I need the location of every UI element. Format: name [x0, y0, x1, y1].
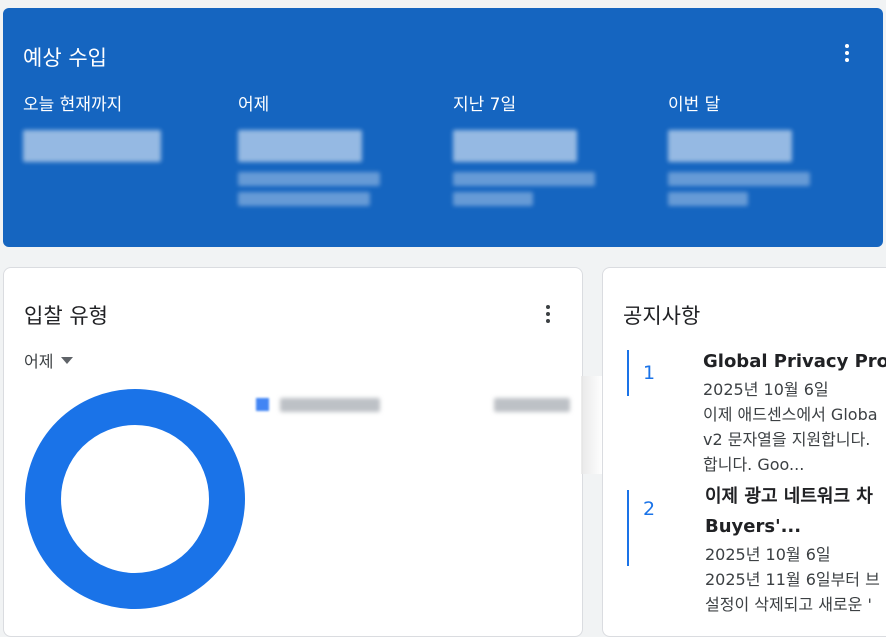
earnings-more-options-button[interactable]	[833, 35, 861, 71]
date-range-label: 어제	[24, 352, 54, 371]
redacted-amount	[453, 130, 577, 162]
notice-snippet: v2 문자열을 지원합니다.	[703, 430, 871, 449]
bid-types-title: 입찰 유형	[24, 304, 108, 328]
notice-number: 2	[643, 498, 656, 520]
notice-date: 2025년 10월 6일	[705, 545, 831, 564]
redacted-amount	[238, 130, 362, 162]
bid-types-more-options-button[interactable]	[534, 296, 562, 332]
period-last-7-days: 지난 7일	[453, 90, 653, 206]
more-vert-icon	[845, 44, 849, 48]
notices-title: 공지사항	[623, 304, 701, 328]
redacted-comparison	[453, 192, 533, 206]
notice-title: 이제 광고 네트워크 차	[705, 486, 873, 507]
bid-types-card: 입찰 유형 어제	[3, 267, 603, 637]
redacted-amount	[23, 130, 161, 162]
notice-date: 2025년 10월 6일	[703, 380, 829, 399]
redacted-legend-label	[280, 398, 380, 412]
notice-title: Buyers'...	[705, 516, 802, 537]
redacted-comparison	[238, 172, 380, 186]
arrow-drop-down-icon	[61, 356, 74, 364]
notice-content: 이제 광고 네트워크 차 Buyers'... 2025년 10월 6일 202…	[705, 482, 886, 617]
notice-item[interactable]: 2 이제 광고 네트워크 차 Buyers'... 2025년 10월 6일 2…	[627, 486, 886, 630]
period-this-month: 이번 달	[668, 90, 868, 206]
redacted-comparison	[668, 192, 748, 206]
notice-indicator	[627, 490, 629, 566]
redacted-comparison	[238, 192, 370, 206]
earnings-title: 예상 수입	[23, 46, 107, 70]
notice-number: 1	[643, 362, 656, 384]
period-label: 지난 7일	[453, 95, 517, 115]
estimated-earnings-card: 예상 수입 오늘 현재까지 어제 지난 7일 이번 달	[3, 8, 883, 247]
period-label: 오늘 현재까지	[23, 95, 123, 115]
donut-segment	[25, 389, 245, 609]
bid-types-donut-chart	[25, 389, 245, 609]
notice-snippet: 설정이 삭제되고 새로운 '	[705, 595, 872, 614]
period-today: 오늘 현재까지	[23, 90, 223, 162]
period-label: 어제	[238, 95, 270, 115]
notice-snippet: 합니다. Goo...	[703, 455, 805, 474]
notices-card: 공지사항 1 Global Privacy Proto 2025년 10월 6일…	[602, 267, 886, 637]
more-vert-icon	[546, 305, 550, 309]
notice-title: Global Privacy Proto	[703, 351, 886, 372]
notice-content: Global Privacy Proto 2025년 10월 6일 이제 애드센…	[703, 347, 886, 477]
period-label: 이번 달	[668, 95, 721, 115]
notice-snippet: 이제 애드센스에서 Globa	[703, 405, 878, 424]
redacted-comparison	[453, 172, 595, 186]
date-range-dropdown[interactable]: 어제	[24, 348, 74, 372]
notice-item[interactable]: 1 Global Privacy Proto 2025년 10월 6일 이제 애…	[627, 350, 886, 480]
redacted-amount	[668, 130, 792, 162]
redacted-comparison	[668, 172, 810, 186]
notice-snippet: 2025년 11월 6일부터 브	[705, 570, 880, 589]
legend-color-swatch	[256, 398, 269, 411]
notice-indicator	[627, 350, 629, 396]
period-yesterday: 어제	[238, 90, 438, 206]
redacted-legend-value	[494, 398, 570, 412]
scroll-shadow	[581, 376, 603, 474]
